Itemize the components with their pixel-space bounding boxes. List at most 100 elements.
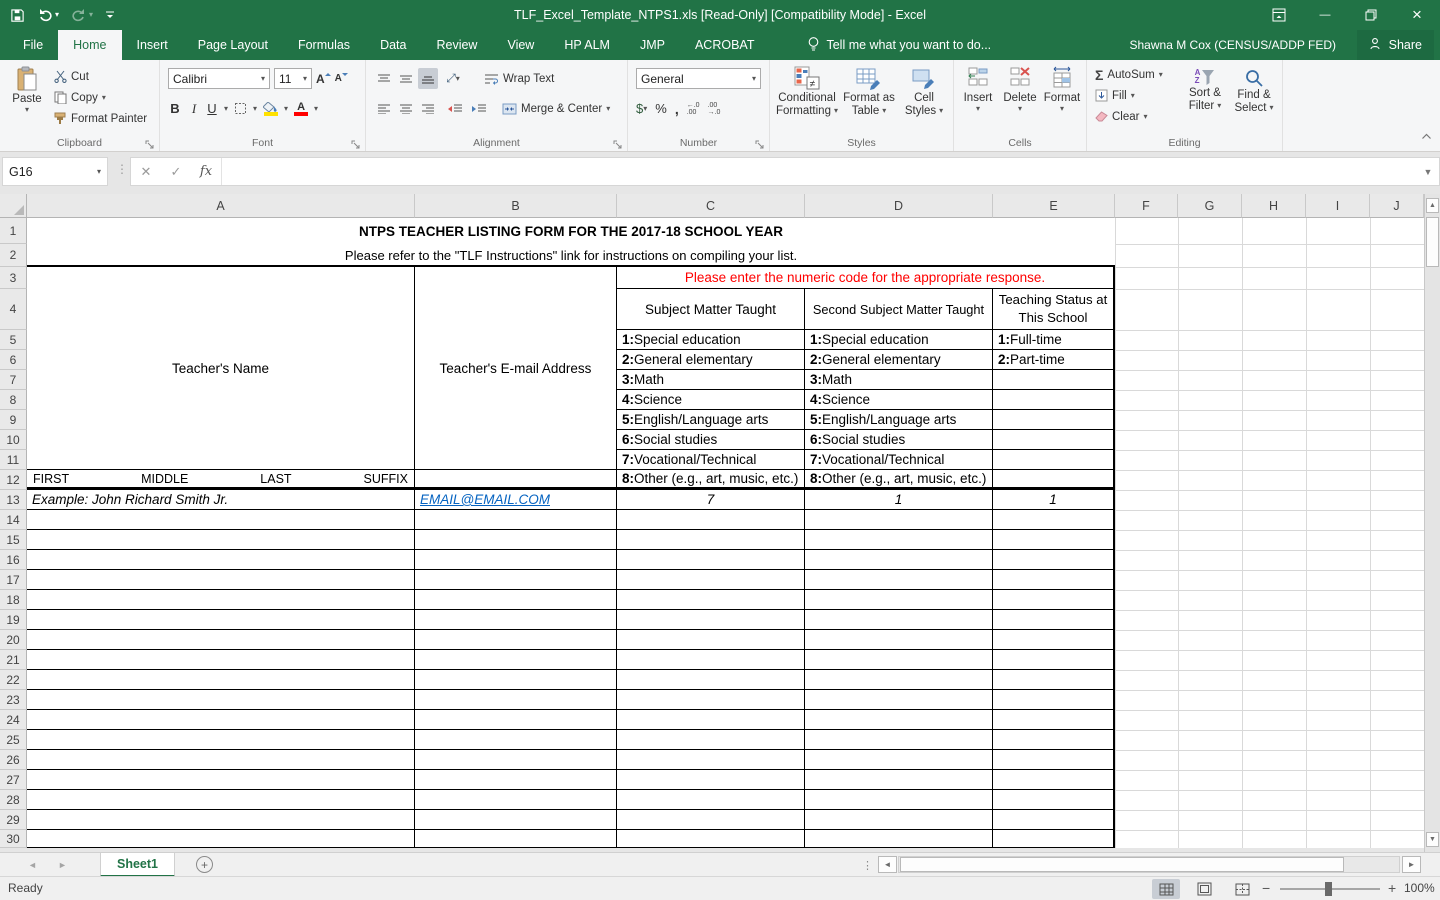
cell-A25[interactable] [27, 730, 415, 750]
cell-D18[interactable] [805, 590, 993, 610]
align-left-button[interactable] [374, 98, 394, 119]
tab-page-layout[interactable]: Page Layout [183, 30, 283, 60]
cell-D28[interactable] [805, 790, 993, 810]
row-header-6[interactable]: 6 [0, 350, 27, 370]
expand-formula-bar-icon[interactable]: ▼ [1417, 167, 1439, 177]
cut-button[interactable]: Cut [52, 66, 147, 87]
cell-E22[interactable] [993, 670, 1115, 690]
tab-hp-alm[interactable]: HP ALM [549, 30, 625, 60]
cell-C20[interactable] [617, 630, 805, 650]
cell-styles-button[interactable]: Cell Styles▾ [900, 60, 948, 117]
cell-A30[interactable] [27, 830, 415, 848]
clear-button[interactable]: Clear ▾ [1093, 106, 1163, 127]
cell-B17[interactable] [415, 570, 617, 590]
cell-C24[interactable] [617, 710, 805, 730]
tab-view[interactable]: View [492, 30, 549, 60]
subject-code-cell-8[interactable]: 8: Other (e.g., art, music, etc.) [617, 470, 805, 490]
teaching-status-header-cell[interactable]: Teaching Status atThis School [993, 289, 1115, 330]
cell-C16[interactable] [617, 550, 805, 570]
row-header-24[interactable]: 24 [0, 710, 27, 730]
column-header-J[interactable]: J [1370, 194, 1424, 218]
name-box-dropdown-icon[interactable]: ▾ [97, 168, 101, 176]
cell-C18[interactable] [617, 590, 805, 610]
row-header-26[interactable]: 26 [0, 750, 27, 770]
cell-A26[interactable] [27, 750, 415, 770]
orientation-button[interactable]: ⤢▾ [440, 68, 466, 89]
second-subject-code-cell-3[interactable]: 3: Math [805, 370, 993, 390]
vertical-scroll-thumb[interactable] [1426, 217, 1439, 267]
cell-B25[interactable] [415, 730, 617, 750]
tab-review[interactable]: Review [421, 30, 492, 60]
paste-button[interactable]: Paste ▾ [6, 60, 48, 132]
cell-D29[interactable] [805, 810, 993, 830]
top-align-button[interactable] [374, 68, 394, 89]
column-header-B[interactable]: B [415, 194, 617, 218]
subject-code-cell-4[interactable]: 4: Science [617, 390, 805, 410]
customize-qat-icon[interactable] [105, 10, 115, 20]
column-header-H[interactable]: H [1242, 194, 1306, 218]
save-icon[interactable] [10, 8, 25, 23]
decrease-font-size-button[interactable]: A [335, 68, 348, 89]
increase-font-size-button[interactable]: A [316, 68, 331, 89]
cell-D27[interactable] [805, 770, 993, 790]
cell-A29[interactable] [27, 810, 415, 830]
delete-cells-button[interactable]: Delete ▾ [1000, 60, 1040, 113]
row-header-17[interactable]: 17 [0, 570, 27, 590]
second-subject-code-cell-8[interactable]: 8: Other (e.g., art, music, etc.) [805, 470, 993, 490]
tab-insert[interactable]: Insert [122, 30, 183, 60]
cell-B27[interactable] [415, 770, 617, 790]
horizontal-scroll-thumb[interactable] [900, 857, 1344, 872]
share-button[interactable]: Share [1357, 30, 1434, 60]
form-subtitle-cell[interactable]: Please refer to the "TLF Instructions" l… [27, 244, 1115, 267]
restore-button[interactable] [1348, 0, 1394, 30]
decrease-decimal-button[interactable]: .00 →.0 [708, 98, 721, 119]
copy-button[interactable]: Copy ▾ [52, 87, 147, 108]
collapse-ribbon-button[interactable] [1421, 127, 1432, 145]
vertical-scrollbar[interactable]: ▲ ▼ [1424, 194, 1440, 852]
row-header-23[interactable]: 23 [0, 690, 27, 710]
sheet-nav-left-icon[interactable]: ◄ [28, 853, 37, 877]
row-header-9[interactable]: 9 [0, 410, 27, 430]
name-box[interactable]: G16 ▾ [2, 157, 108, 186]
row-header-28[interactable]: 28 [0, 790, 27, 810]
subject-code-cell-5[interactable]: 5: English/Language arts [617, 410, 805, 430]
cell-B12[interactable] [415, 470, 617, 490]
row-header-7[interactable]: 7 [0, 370, 27, 390]
form-title-cell[interactable]: NTPS TEACHER LISTING FORM FOR THE 2017-1… [27, 218, 1115, 244]
autosum-button[interactable]: Σ AutoSum ▾ [1093, 64, 1163, 85]
cell-D16[interactable] [805, 550, 993, 570]
cell-D30[interactable] [805, 830, 993, 848]
fill-button[interactable]: Fill ▾ [1093, 85, 1163, 106]
zoom-out-button[interactable]: − [1262, 880, 1270, 896]
cell-D17[interactable] [805, 570, 993, 590]
minimize-button[interactable]: — [1302, 0, 1348, 30]
align-right-button[interactable] [418, 98, 438, 119]
scroll-up-icon[interactable]: ▲ [1426, 198, 1439, 213]
column-header-D[interactable]: D [805, 194, 993, 218]
comma-format-button[interactable]: , [675, 98, 679, 119]
font-color-dropdown-icon[interactable]: ▾ [314, 105, 318, 113]
row-header-20[interactable]: 20 [0, 630, 27, 650]
new-sheet-button[interactable]: + [196, 856, 213, 873]
cell-E30[interactable] [993, 830, 1115, 848]
cell-A15[interactable] [27, 530, 415, 550]
cell-B18[interactable] [415, 590, 617, 610]
cell-C25[interactable] [617, 730, 805, 750]
italic-button[interactable]: I [188, 98, 200, 119]
status-code-cell-1[interactable]: 1: Full-time [993, 330, 1115, 350]
font-color-button[interactable]: A [294, 98, 308, 119]
select-all-corner[interactable] [0, 194, 27, 218]
second-subject-code-cell-6[interactable]: 6: Social studies [805, 430, 993, 450]
name-parts-cell[interactable]: FIRSTMIDDLELASTSUFFIX [27, 470, 415, 490]
close-button[interactable]: × [1394, 0, 1440, 30]
alignment-dialog-launcher[interactable] [613, 137, 623, 147]
cell-E17[interactable] [993, 570, 1115, 590]
cell-A24[interactable] [27, 710, 415, 730]
cell-A19[interactable] [27, 610, 415, 630]
second-subject-code-cell-7[interactable]: 7: Vocational/Technical [805, 450, 993, 470]
example-second-subject-cell[interactable]: 1 [805, 490, 993, 510]
row-header-25[interactable]: 25 [0, 730, 27, 750]
clipboard-dialog-launcher[interactable] [145, 137, 155, 147]
cell-B30[interactable] [415, 830, 617, 848]
number-format-select[interactable]: General ▾ [636, 68, 761, 89]
